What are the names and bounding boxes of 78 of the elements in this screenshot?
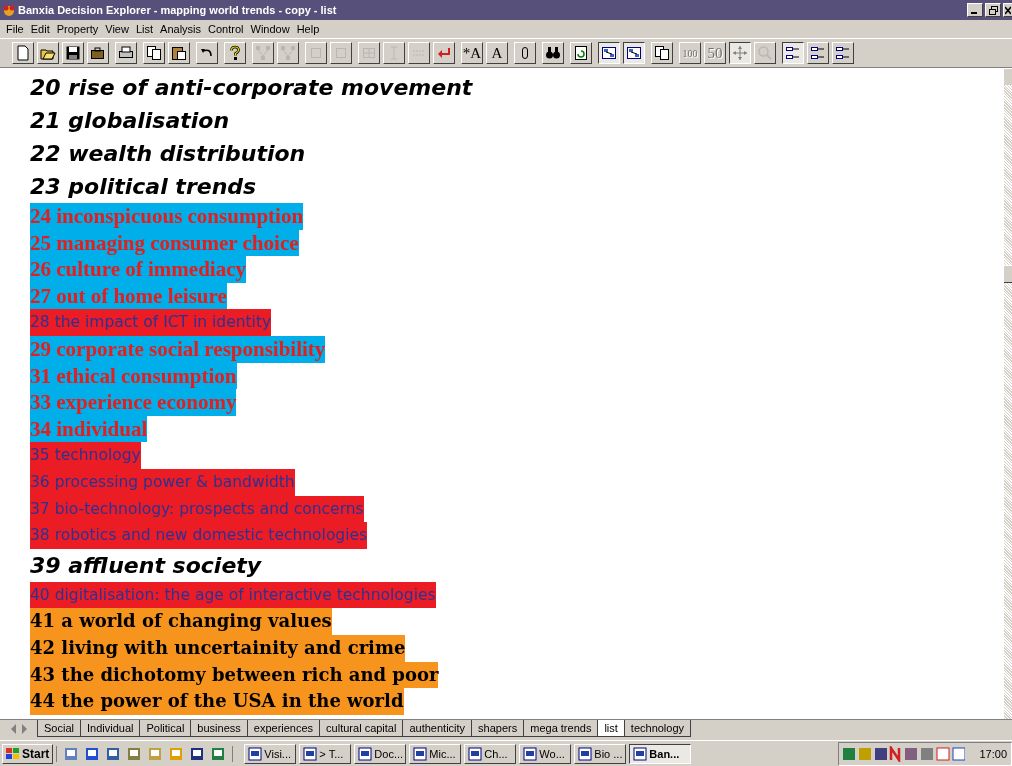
restore-button[interactable] (985, 3, 1001, 17)
start-button[interactable]: Start (2, 743, 54, 764)
refresh-icon (573, 45, 589, 61)
save-icon (65, 45, 81, 61)
app-logo-icon (2, 3, 16, 17)
list-item[interactable]: 44 the power of the USA in the world (30, 688, 404, 715)
list-item[interactable]: 23 political trends (30, 170, 257, 203)
quick-launch-icon[interactable] (105, 745, 122, 762)
taskbar-button[interactable]: Wo... (519, 743, 572, 764)
taskbar-button[interactable]: > T... (299, 743, 352, 764)
grid-icon (361, 45, 377, 61)
menu-item[interactable]: List (133, 22, 159, 36)
toolbar-button[interactable] (623, 42, 645, 64)
app-icon (358, 746, 373, 761)
list-item[interactable]: 22 wealth distribution (30, 137, 306, 170)
clock: 17:00 (979, 747, 1007, 760)
toolbar-button[interactable] (782, 42, 804, 64)
menu-item[interactable]: Control (206, 22, 249, 36)
toolbar-button[interactable] (729, 42, 751, 64)
app-icon (578, 746, 593, 761)
sheet-tab[interactable]: technology (623, 720, 692, 737)
zoom-icon (757, 45, 773, 61)
restore-icon (988, 5, 998, 15)
quick-launch-icon[interactable] (189, 745, 206, 762)
list-item[interactable]: 20 rise of anti-corporate movement (30, 71, 473, 104)
binoculars-icon (545, 45, 561, 61)
map-icon (601, 45, 617, 61)
menu-item[interactable]: File (4, 22, 29, 36)
list-item[interactable]: 39 affluent society (30, 548, 262, 582)
print-icon (118, 45, 134, 61)
toolbar-button[interactable]: *A (461, 42, 483, 64)
net-icon (280, 45, 296, 61)
copy-icon (146, 45, 162, 61)
menu-item[interactable]: Window (248, 22, 295, 36)
list-item[interactable]: 41 a world of changing values (30, 608, 332, 635)
taskbar-button[interactable]: Ban... (629, 743, 692, 764)
sheet-tab[interactable]: list (597, 720, 625, 737)
list-item[interactable]: 42 living with uncertainity and crime (30, 634, 406, 662)
menu-item[interactable]: Property (54, 22, 104, 36)
menu-item[interactable]: Edit (28, 22, 55, 36)
app-icon (523, 746, 538, 761)
taskbar-button[interactable]: Mic... (409, 743, 462, 764)
app-icon (248, 746, 263, 761)
move-icon (732, 45, 748, 61)
quick-launch-icon[interactable] (84, 745, 101, 762)
app-icon (413, 746, 428, 761)
square-icon (308, 45, 324, 61)
paste-icon (171, 45, 187, 61)
align-icon (835, 45, 851, 61)
new-icon (15, 45, 31, 61)
square-icon (333, 45, 349, 61)
toolbar-button[interactable] (598, 42, 620, 64)
list-item[interactable]: 21 globalisation (30, 104, 230, 137)
menu-item[interactable]: Help (294, 22, 325, 36)
toolbar-button[interactable]: A (486, 42, 508, 64)
menu-item[interactable]: Analysis (158, 22, 207, 36)
taskbar-button[interactable]: Doc... (354, 743, 407, 764)
app-icon (633, 746, 648, 761)
app-icon (303, 746, 318, 761)
map-icon (626, 45, 642, 61)
app-icon (468, 746, 483, 761)
quick-launch-icon[interactable] (210, 745, 227, 762)
minimize-button[interactable] (967, 3, 983, 17)
taskbar-button[interactable]: Ch... (464, 743, 517, 764)
copy-icon (654, 45, 670, 61)
help-icon (227, 45, 243, 61)
menu-item[interactable]: View (103, 22, 134, 36)
scrollbar[interactable] (1004, 68, 1012, 719)
close-button[interactable] (1003, 3, 1012, 17)
align-icon (785, 45, 801, 61)
sheet-tab[interactable]: Social (37, 720, 81, 737)
taskbar-button[interactable]: Visi... (244, 743, 297, 764)
taskbar-button[interactable]: Bio ... (574, 743, 627, 764)
window-title: Banxia Decision Explorer - mapping world trends - copy - list (18, 4, 338, 16)
net-icon (255, 45, 271, 61)
close-icon (1005, 5, 1011, 15)
windows-logo-icon (6, 747, 20, 760)
align-icon (810, 45, 826, 61)
